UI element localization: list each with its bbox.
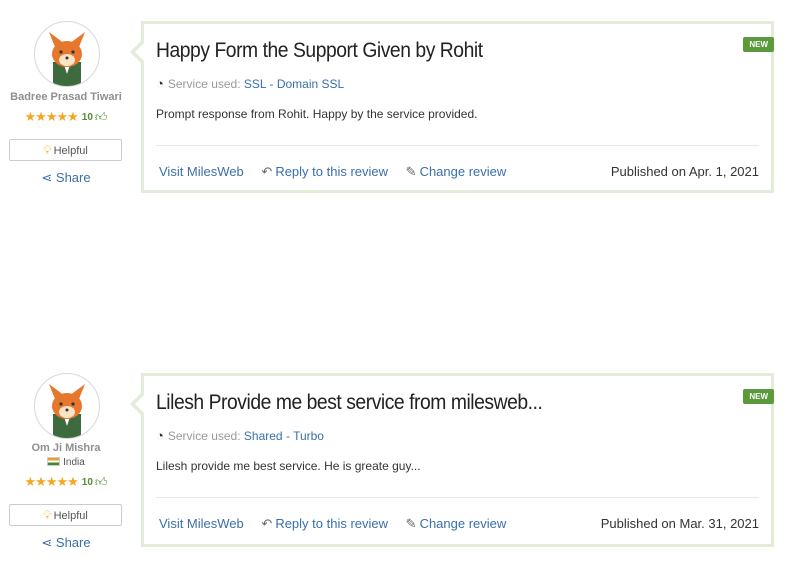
new-badge: NEW	[743, 37, 774, 52]
change-review-link[interactable]: ✎ Change review	[406, 164, 507, 179]
divider	[156, 145, 759, 146]
published-date: Published on Apr. 1, 2021	[610, 164, 759, 179]
published-date: Published on Mar. 31, 2021	[600, 516, 759, 531]
gauge-icon: ◔	[156, 428, 164, 443]
service-used: ◔ Service used: SSL - Domain SSL	[156, 76, 344, 91]
visit-link[interactable]: Visit MilesWeb	[159, 516, 244, 531]
review-card: NEW Happy Form the Support Given by Rohi…	[130, 21, 774, 193]
new-badge: NEW	[743, 389, 774, 404]
helpful-label: Helpful	[53, 145, 88, 157]
india-flag-icon	[47, 457, 61, 466]
share-icon: ⋖	[41, 535, 56, 550]
rating: ★★★★★ 10 👍︎	[0, 109, 132, 125]
divider	[156, 497, 759, 498]
fox-avatar-icon	[34, 373, 100, 439]
helpful-button[interactable]: 💡︎ Helpful	[9, 504, 122, 526]
star-rating: ★★★★★	[24, 474, 79, 489]
thumbs-up-icon[interactable]: 👍︎	[95, 475, 108, 489]
star-rating: ★★★★★	[24, 109, 79, 124]
rating-count: 10	[81, 477, 93, 488]
review-actions: Visit MilesWeb ↶ Reply to this review ✎ Ch…	[159, 516, 520, 532]
bulb-icon: 💡︎	[43, 143, 52, 157]
service-separator: -	[266, 77, 277, 91]
reply-link[interactable]: ↶ Reply to this review	[261, 164, 388, 179]
author-country: India	[0, 457, 132, 468]
review-title[interactable]: Happy Form the Support Given by Rohit	[156, 39, 483, 63]
fox-avatar-icon	[34, 21, 100, 87]
share-label: Share	[55, 535, 91, 550]
service-label: Service used:	[167, 429, 241, 443]
edit-icon: ✎	[405, 164, 417, 179]
rating: ★★★★★ 10 👍︎	[0, 474, 132, 490]
helpful-label: Helpful	[53, 510, 88, 522]
reply-icon: ↶	[261, 164, 273, 179]
service-used: ◔ Service used: Shared - Turbo	[156, 428, 324, 443]
share-link[interactable]: ⋖ Share	[0, 535, 132, 551]
review-item: Om Ji Mishra India ★★★★★ 10 👍︎ 💡︎ Helpful ⋖…	[0, 352, 789, 562]
reply-link[interactable]: ↶ Reply to this review	[261, 516, 388, 531]
review-body: Lilesh provide me best service. He is gr…	[156, 459, 421, 473]
bulb-icon: 💡︎	[43, 508, 52, 522]
rating-count: 10	[81, 112, 93, 123]
helpful-button[interactable]: 💡︎ Helpful	[9, 139, 122, 161]
review-body: Prompt response from Rohit. Happy by the…	[156, 107, 478, 121]
service-link[interactable]: Shared	[244, 429, 283, 443]
review-actions: Visit MilesWeb ↶ Reply to this review ✎ Ch…	[159, 164, 520, 180]
reply-icon: ↶	[261, 516, 273, 531]
service-link[interactable]: SSL	[244, 77, 266, 91]
share-icon: ⋖	[41, 170, 56, 185]
service-label: Service used:	[167, 77, 241, 91]
review-title[interactable]: Lilesh Provide me best service from mile…	[156, 391, 543, 415]
share-link[interactable]: ⋖ Share	[0, 170, 132, 186]
service-separator: -	[282, 429, 294, 443]
change-review-link[interactable]: ✎ Change review	[406, 516, 507, 531]
author-name: Badree Prasad Tiwari	[10, 91, 122, 103]
review-card: NEW Lilesh Provide me best service from …	[130, 373, 774, 547]
country-label: India	[63, 457, 85, 468]
edit-icon: ✎	[405, 516, 417, 531]
service-plan-link[interactable]: Domain SSL	[277, 77, 344, 91]
gauge-icon: ◔	[156, 76, 164, 91]
author-name: Om Ji Mishra	[31, 442, 101, 454]
visit-link[interactable]: Visit MilesWeb	[159, 164, 244, 179]
share-label: Share	[55, 170, 91, 185]
thumbs-up-icon[interactable]: 👍︎	[95, 110, 108, 124]
service-plan-link[interactable]: Turbo	[293, 429, 324, 443]
review-item: Badree Prasad Tiwari ★★★★★ 10 👍︎ 💡︎ Helpful…	[0, 0, 789, 200]
